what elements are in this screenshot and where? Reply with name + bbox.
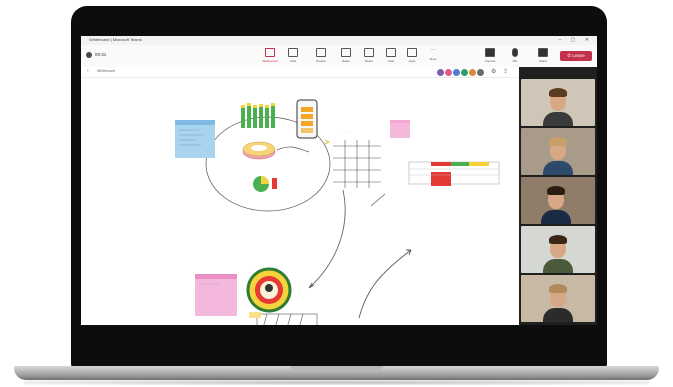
apps-icon bbox=[407, 48, 417, 57]
participant-hair bbox=[547, 186, 565, 195]
meeting-timer: 00:31 bbox=[95, 52, 107, 57]
sticky-note-blue-header bbox=[175, 120, 215, 125]
more-button[interactable]: ··· More bbox=[422, 47, 444, 61]
people-label: People bbox=[316, 59, 326, 63]
whiteboard-header: ‹ Whiteboard ⚙ ⇪ bbox=[81, 67, 519, 78]
bottom-sketch bbox=[256, 313, 318, 325]
apps-label: Apps bbox=[408, 59, 416, 63]
check-mark bbox=[324, 139, 331, 145]
participant-hair bbox=[549, 137, 567, 146]
window-controls[interactable]: – ▢ ✕ bbox=[559, 37, 593, 43]
participant-tile[interactable] bbox=[521, 79, 595, 126]
red-bar bbox=[272, 178, 277, 189]
participant-body bbox=[543, 161, 573, 175]
raise-hand-icon bbox=[341, 48, 351, 57]
hand-drawn-grid bbox=[333, 140, 381, 188]
participant-hair bbox=[549, 284, 567, 293]
arrow-small bbox=[370, 193, 386, 207]
react-button[interactable]: React bbox=[358, 48, 380, 63]
camera-button[interactable]: Camera bbox=[479, 48, 501, 63]
connector-line bbox=[276, 146, 310, 153]
leave-label: Leave bbox=[572, 53, 585, 58]
participant-body bbox=[543, 259, 573, 273]
collaborator-avatar[interactable] bbox=[453, 69, 460, 76]
view-icon bbox=[386, 48, 396, 57]
grid-caption-mark: · · · bbox=[343, 130, 348, 134]
whiteboard-name: Whiteboard bbox=[97, 69, 115, 73]
view-button[interactable]: View bbox=[380, 48, 402, 63]
mic-label: Mic bbox=[512, 59, 518, 63]
more-label: More bbox=[429, 57, 437, 61]
collaborator-avatar[interactable] bbox=[445, 69, 452, 76]
whiteboard-button[interactable]: Whiteboard bbox=[259, 48, 281, 63]
share-icon bbox=[538, 48, 548, 57]
people-icon bbox=[316, 48, 326, 57]
leave-button[interactable]: ✆ Leave bbox=[560, 51, 592, 61]
react-label: React bbox=[365, 59, 373, 63]
chat-button[interactable]: Chat bbox=[282, 48, 304, 63]
participant-body bbox=[543, 308, 573, 322]
meeting-toolbar: 00:31 Whiteboard Chat People Raise React… bbox=[81, 45, 597, 68]
participant-tile[interactable] bbox=[521, 275, 595, 322]
chat-label: Chat bbox=[289, 59, 297, 63]
whiteboard-icon bbox=[265, 48, 275, 57]
participant-body bbox=[543, 112, 573, 126]
whiteboard-drawing: · · · bbox=[175, 99, 500, 325]
more-icon: ··· bbox=[430, 47, 436, 53]
camera-label: Camera bbox=[484, 59, 496, 63]
apps-button[interactable]: Apps bbox=[401, 48, 423, 63]
share-board-icon[interactable]: ⇪ bbox=[503, 68, 508, 75]
whiteboard-label: Whiteboard bbox=[262, 59, 278, 63]
sticky-note-pink-large bbox=[195, 274, 237, 316]
participant-hair bbox=[549, 88, 567, 97]
yellow-sticky-small bbox=[249, 312, 261, 318]
whiteboard-canvas[interactable]: · · · bbox=[81, 78, 519, 325]
participant-tile[interactable] bbox=[521, 128, 595, 175]
participants-panel bbox=[519, 67, 597, 325]
status-table bbox=[408, 161, 500, 186]
chat-icon bbox=[288, 48, 298, 57]
mic-button[interactable]: Mic bbox=[504, 48, 526, 63]
camera-icon bbox=[485, 48, 495, 57]
participant-tile[interactable] bbox=[521, 226, 595, 273]
view-label: View bbox=[387, 59, 395, 63]
arrow-up bbox=[358, 249, 412, 319]
sticky-note-blue bbox=[175, 120, 215, 158]
title-bar: Whiteboard | Microsoft Teams – ▢ ✕ bbox=[81, 36, 597, 45]
laptop-notch bbox=[290, 366, 383, 371]
collaborator-avatar[interactable] bbox=[437, 69, 444, 76]
window-title: Whiteboard | Microsoft Teams bbox=[89, 37, 142, 42]
mini-bar-chart bbox=[241, 103, 275, 128]
laptop-shadow bbox=[24, 380, 649, 385]
collaborator-avatar[interactable] bbox=[461, 69, 468, 76]
share-label: Share bbox=[538, 59, 547, 63]
participant-hair bbox=[549, 235, 567, 244]
participant-tile[interactable] bbox=[521, 177, 595, 224]
raise-hand-button[interactable]: Raise bbox=[335, 48, 357, 63]
settings-icon[interactable]: ⚙ bbox=[491, 68, 496, 75]
back-arrow-icon[interactable]: ‹ bbox=[87, 68, 89, 74]
people-button[interactable]: People bbox=[310, 48, 332, 63]
shield-icon bbox=[86, 52, 92, 58]
arrow-curve bbox=[308, 189, 346, 289]
participant-body bbox=[541, 210, 571, 224]
share-button[interactable]: Share bbox=[532, 48, 554, 63]
collaborator-avatar[interactable] bbox=[469, 69, 476, 76]
react-icon bbox=[364, 48, 374, 57]
collaborator-avatar[interactable] bbox=[477, 69, 484, 76]
laptop-screen: Whiteboard | Microsoft Teams – ▢ ✕ 00:31… bbox=[81, 36, 597, 325]
mic-icon bbox=[512, 48, 518, 57]
raise-label: Raise bbox=[342, 59, 350, 63]
